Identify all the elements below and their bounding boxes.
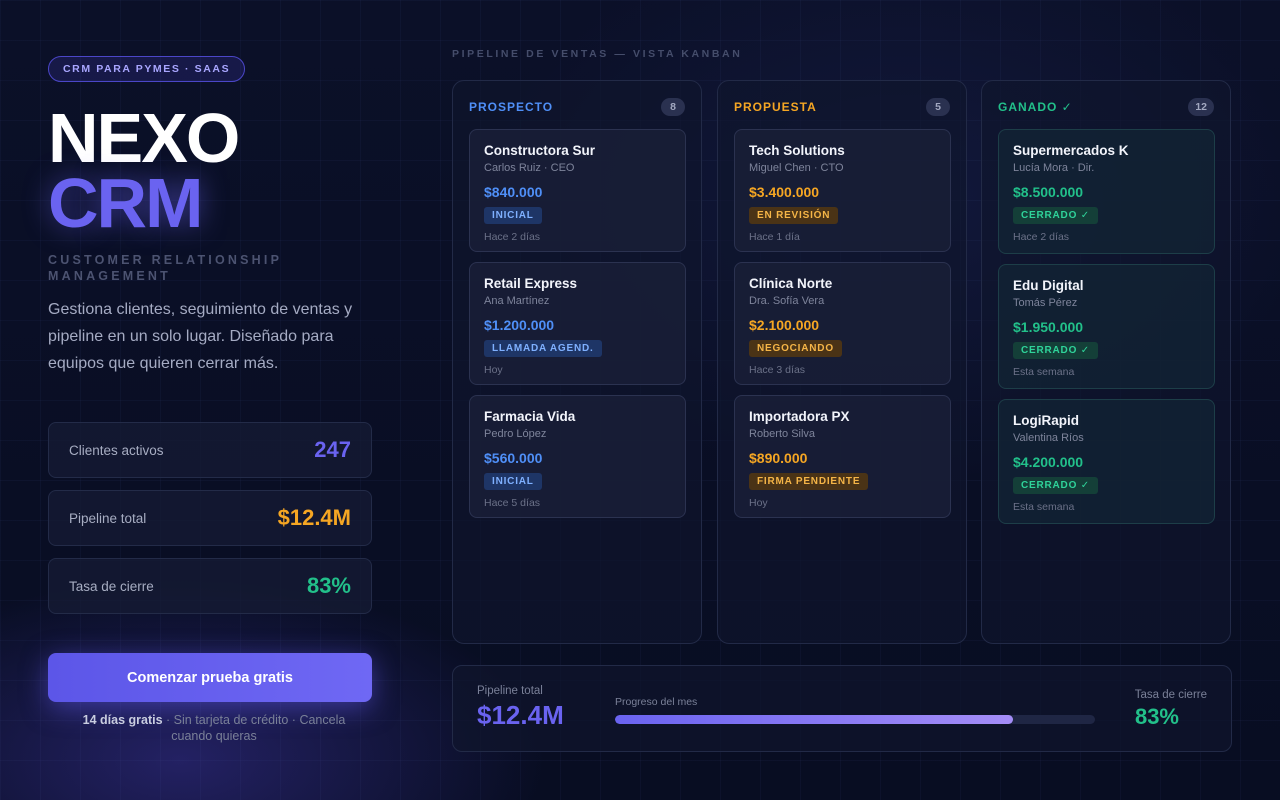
stat-value: 247 [314,437,351,462]
column-header: PROSPECTO 8 [469,98,685,116]
brand-name-line1: NEXO [48,99,240,177]
column-count-badge: 12 [1188,98,1214,116]
deal-contact: Carlos Ruiz · CEO [484,162,575,174]
deal-contact: Roberto Silva [749,428,816,440]
deal-card[interactable]: Tech Solutions Miguel Chen · CTO $3.400.00… [734,129,951,252]
deal-company: Tech Solutions [749,143,845,158]
deal-company: LogiRapid [1013,413,1079,428]
column-count-badge: 8 [661,98,685,116]
deal-company: Clínica Norte [749,276,833,291]
trial-fine-print: 14 días gratis · Sin tarjeta de crédito … [64,712,364,744]
deal-card[interactable]: Farmacia Vida Pedro López $560.000 INICIAL H… [469,395,686,518]
deal-timestamp: Hoy [484,364,503,376]
deal-timestamp: Hace 1 día [749,231,800,243]
deal-timestamp: Hoy [749,497,768,509]
deal-company: Retail Express [484,276,578,291]
deal-timestamp: Hace 5 días [484,497,541,509]
trial-days: 14 días gratis [82,713,163,727]
summary-progress-label: Progreso del mes [615,696,698,708]
hero-panel: CRM PARA PYMES · SAAS NEXO CRM CUSTOMER … [48,56,372,743]
start-trial-button[interactable]: Comenzar prueba gratis [48,653,372,702]
column-title: PROPUESTA [734,100,817,114]
month-progress-fill [615,715,1014,724]
kanban-column-2: GANADO ✓ 12 Supermercados K Lucía Mora · Di… [981,80,1231,644]
deal-amount: $3.400.000 [749,184,820,200]
summary-pipeline-value: $12.4M [477,700,564,730]
brand-subtitle: CUSTOMER RELATIONSHIP MANAGEMENT [48,253,282,283]
kanban-column-0: PROSPECTO 8 Constructora Sur Carlos Ruiz · … [452,80,702,644]
deal-card[interactable]: Supermercados K Lucía Mora · Dir. $8.500.0… [998,129,1215,254]
kanban-column-1: PROPUESTA 5 Tech Solutions Miguel Chen · CT… [717,80,967,644]
deal-timestamp: Hace 2 días [484,231,541,243]
stat-label: Tasa de cierre [69,578,154,594]
deal-card[interactable]: Clínica Norte Dra. Sofía Vera $2.100.000 NE… [734,262,951,385]
deal-amount: $2.100.000 [749,317,820,333]
column-title: GANADO ✓ [998,100,1073,114]
deal-status-badge: EN REVISIÓN [749,207,839,224]
deal-timestamp: Esta semana [1013,366,1075,378]
deal-amount: $1.200.000 [484,317,555,333]
deal-company: Importadora PX [749,409,850,424]
summary-pipeline-label: Pipeline total [477,685,543,697]
deal-status-badge: CERRADO ✓ [1013,342,1098,359]
stat-active-clients: Clientes activos 247 [48,422,372,478]
deal-contact: Valentina Ríos [1013,432,1084,444]
column-header: PROPUESTA 5 [734,98,950,116]
deal-company: Supermercados K [1013,143,1129,158]
stat-label: Pipeline total [69,510,147,526]
deal-company: Constructora Sur [484,143,596,158]
trial-terms: · Sin tarjeta de crédito · Cancela cuand… [162,713,346,743]
stat-close-rate: Tasa de cierre 83% [48,558,372,614]
deal-company: Edu Digital [1013,278,1084,293]
deal-card[interactable]: Edu Digital Tomás Pérez $1.950.000 CERRADO … [998,264,1215,389]
stat-value: 83% [306,573,351,598]
stat-label: Clientes activos [69,442,164,458]
deal-timestamp: Hace 3 días [749,364,806,376]
deal-card[interactable]: Retail Express Ana Martínez $1.200.000 LLAM… [469,262,686,385]
summary-close-value: 83% [1134,704,1179,729]
column-header: GANADO ✓ 12 [998,98,1214,116]
deal-amount: $1.950.000 [1013,319,1084,335]
stat-pipeline-total: Pipeline total $12.4M [48,490,372,546]
summary-bar: Pipeline total $12.4M Progreso del mes T… [452,665,1232,752]
deal-status-badge: FIRMA PENDIENTE [749,473,869,490]
month-progress-bar [615,715,1095,724]
kanban-section-label: PIPELINE DE VENTAS — VISTA KANBAN [452,48,743,60]
deal-contact: Miguel Chen · CTO [749,162,844,174]
deal-card[interactable]: Importadora PX Roberto Silva $890.000 FIRMA… [734,395,951,518]
deal-status-badge: CERRADO ✓ [1013,207,1098,224]
hero-description: Gestiona clientes, seguimiento de ventas… [48,301,353,372]
summary-close-label: Tasa de cierre [1134,689,1207,701]
column-count-badge: 5 [926,98,950,116]
column-title: PROSPECTO [469,100,554,114]
brand-name-line2: CRM [48,164,203,242]
deal-status-badge: LLAMADA AGEND. [484,340,602,357]
deal-contact: Lucía Mora · Dir. [1013,162,1095,174]
stat-value: $12.4M [277,505,351,530]
product-tag: CRM PARA PYMES · SAAS [48,56,246,82]
deal-amount: $890.000 [749,450,808,466]
deal-amount: $560.000 [484,450,543,466]
deal-contact: Ana Martínez [484,295,550,307]
deal-status-badge: INICIAL [484,473,542,490]
deal-timestamp: Esta semana [1013,501,1075,513]
deal-contact: Pedro López [484,428,547,440]
deal-amount: $840.000 [484,184,543,200]
deal-status-badge: NEGOCIANDO [749,340,842,357]
deal-company: Farmacia Vida [484,409,576,424]
deal-card[interactable]: Constructora Sur Carlos Ruiz · CEO $840.00… [469,129,686,252]
deal-contact: Tomás Pérez [1013,297,1078,309]
deal-amount: $4.200.000 [1013,454,1084,470]
deal-status-badge: CERRADO ✓ [1013,477,1098,494]
deal-status-badge: INICIAL [484,207,542,224]
deal-amount: $8.500.000 [1013,184,1084,200]
deal-card[interactable]: LogiRapid Valentina Ríos $4.200.000 CERRADO… [998,399,1215,524]
deal-contact: Dra. Sofía Vera [749,295,825,307]
deal-timestamp: Hace 2 días [1013,231,1070,243]
